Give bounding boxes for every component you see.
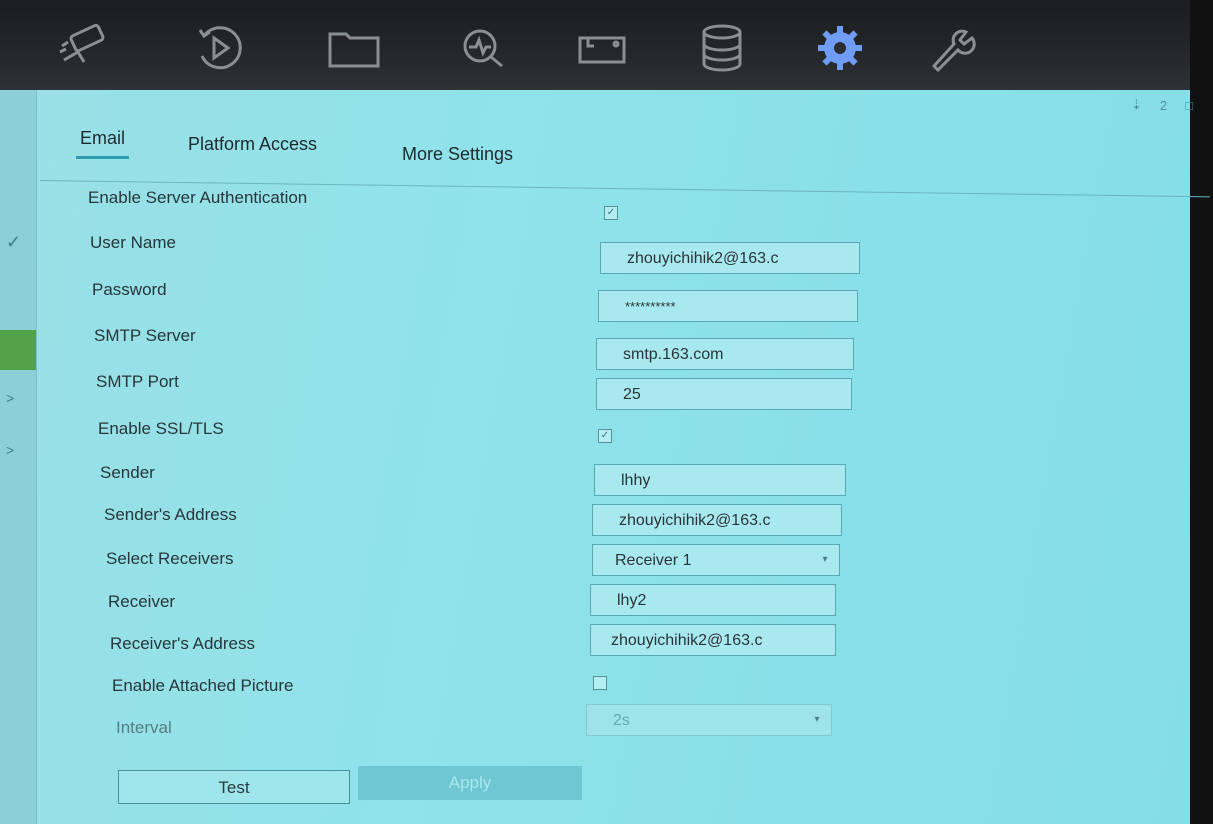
sender-address-label: Sender's Address xyxy=(104,505,237,524)
password-field[interactable]: ********** xyxy=(598,290,858,322)
selected-menu-item[interactable] xyxy=(0,330,36,370)
tab-email[interactable]: Email xyxy=(75,128,130,159)
receiver-label: Receiver xyxy=(108,592,176,611)
smtp-server-label: SMTP Server xyxy=(94,326,196,345)
password-label: Password xyxy=(92,280,167,299)
storage-icon[interactable] xyxy=(690,18,754,78)
enable-ssl-checkbox[interactable]: ✓ xyxy=(598,429,612,443)
maintenance-wrench-icon[interactable] xyxy=(918,18,982,78)
tray-badge: 2 xyxy=(1159,97,1168,113)
interval-label: Interval xyxy=(116,718,172,737)
chevron-right-icon[interactable]: > xyxy=(6,442,14,458)
interval-value: 2s xyxy=(613,712,630,729)
receiver-address-label: Receiver's Address xyxy=(110,634,255,653)
check-icon: ✓ xyxy=(6,232,22,252)
sender-label: Sender xyxy=(100,463,155,482)
user-name-field[interactable]: zhouyichihik2@163.c xyxy=(600,242,860,274)
interval-dropdown: 2s ▾ xyxy=(586,704,832,736)
top-toolbar xyxy=(0,0,1213,90)
chevron-down-icon: ▾ xyxy=(814,714,820,725)
test-button[interactable]: Test xyxy=(118,770,350,804)
download-icon: ⇣ xyxy=(1131,97,1142,112)
user-name-label: User Name xyxy=(90,233,176,252)
select-receivers-label: Select Receivers xyxy=(106,549,234,568)
document-icon: □ xyxy=(1185,97,1193,113)
sender-field[interactable]: lhhy xyxy=(594,464,846,496)
vca-icon[interactable] xyxy=(572,18,636,78)
camera-icon[interactable] xyxy=(52,18,116,78)
enable-server-auth-label: Enable Server Authentication xyxy=(88,188,308,207)
sender-address-field[interactable]: zhouyichihik2@163.c xyxy=(592,504,842,536)
settings-gear-icon[interactable] xyxy=(808,18,872,78)
receiver-field[interactable]: lhy2 xyxy=(590,584,836,616)
enable-attached-picture-label: Enable Attached Picture xyxy=(112,676,294,695)
chevron-right-icon[interactable]: > xyxy=(6,390,14,406)
receiver-address-field[interactable]: zhouyichihik2@163.c xyxy=(590,624,836,656)
enable-ssl-label: Enable SSL/TLS xyxy=(98,419,224,438)
apply-button[interactable]: Apply xyxy=(358,766,582,800)
chevron-down-icon: ▾ xyxy=(822,554,828,565)
smtp-port-field[interactable]: 25 xyxy=(596,378,852,410)
smtp-port-label: SMTP Port xyxy=(96,372,179,391)
select-receivers-dropdown[interactable]: Receiver 1 ▾ xyxy=(592,544,840,576)
playback-icon[interactable] xyxy=(188,18,252,78)
left-menu-strip: ✓ > > xyxy=(0,90,37,824)
select-receivers-value: Receiver 1 xyxy=(615,552,692,569)
tab-more-settings[interactable]: More Settings xyxy=(402,144,513,165)
smart-search-icon[interactable] xyxy=(452,18,516,78)
smtp-server-field[interactable]: smtp.163.com xyxy=(596,338,854,370)
enable-server-auth-checkbox[interactable]: ✓ xyxy=(604,206,618,220)
status-tray: ⇣ 2 □ xyxy=(1131,90,1193,120)
monitor-bezel xyxy=(1190,0,1213,824)
folder-icon[interactable] xyxy=(322,18,386,78)
enable-attached-picture-checkbox[interactable] xyxy=(593,676,607,690)
tab-platform-access[interactable]: Platform Access xyxy=(188,134,317,155)
